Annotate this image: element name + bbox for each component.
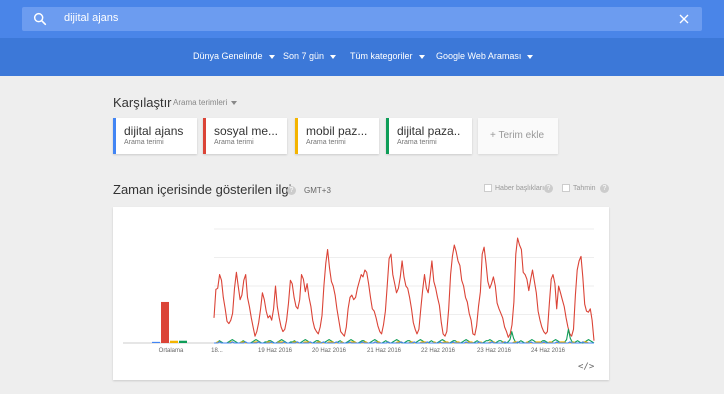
term-type: Arama terimi [214, 139, 254, 146]
app-header: dijital ajans Dünya Genelinde Son 7 gün … [0, 0, 724, 76]
filter-bar: Dünya Genelinde Son 7 gün Tüm kategorile… [0, 38, 724, 76]
average-bar [179, 340, 187, 343]
location-filter[interactable]: Dünya Genelinde [193, 51, 275, 61]
term-name: dijital ajans [124, 124, 184, 138]
chevron-down-icon [330, 54, 337, 59]
compare-title: Karşılaştır [113, 95, 172, 110]
term-name: mobil paz... [306, 124, 368, 138]
series-line [214, 328, 595, 344]
checkbox-box [484, 184, 492, 192]
section-title: Zaman içerisinde gösterilen ilgi [113, 182, 292, 197]
term-type: Arama terimi [397, 139, 437, 146]
help-icon[interactable]: ? [600, 184, 609, 193]
chevron-down-icon [231, 100, 238, 105]
average-bar [152, 341, 160, 343]
chevron-down-icon [418, 54, 425, 59]
news-checkbox[interactable]: Haber başlıkları [484, 184, 544, 192]
term-card-4[interactable]: dijital paza.. Arama terimi [386, 118, 472, 154]
interest-chart-card: Ortalama 18... 19 Haz 2016 20 Haz 2016 21 Ha… [113, 207, 609, 380]
term-type: Arama terimi [306, 139, 346, 146]
term-name: dijital paza.. [397, 124, 461, 138]
term-color-bar [113, 118, 116, 154]
term-name: sosyal me... [214, 124, 279, 138]
time-filter[interactable]: Son 7 gün [283, 51, 337, 61]
average-bar [170, 340, 178, 343]
x-tick-label: 23 Haz 2016 [477, 348, 512, 354]
x-tick-label: 22 Haz 2016 [421, 348, 456, 354]
embed-icon[interactable]: </> [578, 362, 594, 372]
forecast-checkbox-label: Tahmin [573, 184, 596, 192]
timezone-label: GMT+3 [304, 186, 331, 195]
search-bar[interactable]: dijital ajans [22, 7, 702, 31]
close-icon[interactable] [676, 11, 692, 27]
compare-type-label: Arama terimleri [173, 98, 228, 107]
average-bar [161, 301, 169, 343]
interest-chart[interactable]: Ortalama 18... 19 Haz 2016 20 Haz 2016 21 Ha… [113, 207, 609, 380]
term-color-bar [203, 118, 206, 154]
category-filter[interactable]: Tüm kategoriler [350, 51, 425, 61]
search-input[interactable]: dijital ajans [64, 12, 118, 24]
term-type: Arama terimi [124, 139, 164, 146]
term-card-3[interactable]: mobil paz... Arama terimi [295, 118, 379, 154]
compare-type-dropdown[interactable]: Arama terimleri [173, 98, 238, 107]
chevron-down-icon [527, 54, 534, 59]
location-filter-label: Dünya Genelinde [193, 51, 263, 61]
x-tick-label: 20 Haz 2016 [312, 348, 347, 354]
x-tick-label: 19 Haz 2016 [258, 348, 293, 354]
category-filter-label: Tüm kategoriler [350, 51, 413, 61]
term-color-bar [386, 118, 389, 154]
forecast-checkbox[interactable]: Tahmin [562, 184, 596, 192]
add-term-label: + Terim ekle [490, 130, 545, 141]
average-label: Ortalama [159, 348, 184, 354]
help-icon[interactable]: ? [544, 184, 553, 193]
x-tick-label: 21 Haz 2016 [367, 348, 402, 354]
term-card-1[interactable]: dijital ajans Arama terimi [113, 118, 197, 154]
search-type-filter-label: Google Web Araması [436, 51, 522, 61]
checkbox-box [562, 184, 570, 192]
x-tick-label: 18... [211, 348, 223, 354]
search-region: dijital ajans [0, 0, 724, 38]
x-tick-label: 24 Haz 2016 [531, 348, 566, 354]
search-type-filter[interactable]: Google Web Araması [436, 51, 534, 61]
chevron-down-icon [268, 54, 275, 59]
term-color-bar [295, 118, 298, 154]
series-line [213, 237, 595, 341]
search-icon[interactable] [32, 11, 48, 27]
time-filter-label: Son 7 gün [283, 51, 325, 61]
news-checkbox-label: Haber başlıkları [495, 184, 545, 192]
term-card-2[interactable]: sosyal me... Arama terimi [203, 118, 287, 154]
add-term-button[interactable]: + Terim ekle [478, 118, 558, 154]
help-icon[interactable]: ? [287, 186, 296, 195]
